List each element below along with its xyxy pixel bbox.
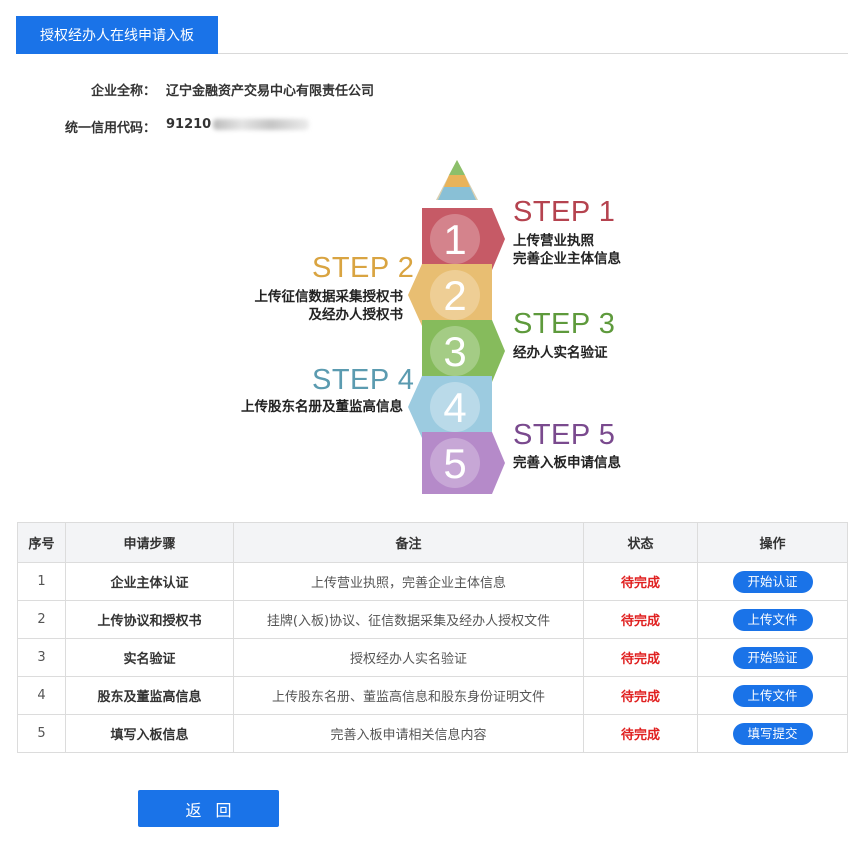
tab-authorized-agent-application[interactable]: 授权经办人在线申请入板 xyxy=(16,16,218,54)
credit-code-row: 统一信用代码： 91210 xyxy=(20,117,310,136)
step5-desc: 完善入板申请信息 xyxy=(513,455,621,471)
step4-title: STEP 4 xyxy=(312,364,415,396)
row-step: 上传协议和授权书 xyxy=(65,600,234,639)
step3-number: 3 xyxy=(443,328,466,375)
step5-number: 5 xyxy=(443,440,466,487)
table-row: 3 实名验证 授权经办人实名验证 待完成 开始验证 xyxy=(17,638,848,677)
steps-infographic: 1 2 3 4 5 STEP 1 上传营业执照 完善企业主体信息 STEP 2 … xyxy=(0,150,867,500)
upload-shareholder-button[interactable]: 上传文件 xyxy=(732,684,813,707)
tab-bar: 授权经办人在线申请入板 xyxy=(16,16,848,54)
row-no: 1 xyxy=(17,562,66,601)
application-steps-table: 序号 申请步骤 备注 状态 操作 1 企业主体认证 上传营业执照，完善企业主体信… xyxy=(17,522,848,753)
row-no: 3 xyxy=(17,638,66,677)
table-row: 1 企业主体认证 上传营业执照，完善企业主体信息 待完成 开始认证 xyxy=(17,562,848,601)
table-row: 4 股东及董监高信息 上传股东名册、董监高信息和股东身份证明文件 待完成 上传文… xyxy=(17,676,848,715)
row-status: 待完成 xyxy=(583,676,698,715)
step3-desc: 经办人实名验证 xyxy=(513,345,608,361)
step5-title: STEP 5 xyxy=(513,419,616,451)
table-header-row: 序号 申请步骤 备注 状态 操作 xyxy=(17,522,848,563)
header-status: 状态 xyxy=(583,522,698,563)
row-note: 完善入板申请相关信息内容 xyxy=(233,714,584,753)
step1-title: STEP 1 xyxy=(513,196,616,228)
start-certification-button[interactable]: 开始认证 xyxy=(732,570,813,593)
row-status: 待完成 xyxy=(583,638,698,677)
company-name-label: 企业全称： xyxy=(90,84,156,99)
row-note: 挂牌(入板)协议、征信数据采集及经办人授权文件 xyxy=(233,600,584,639)
step4-desc: 上传股东名册及董监高信息 xyxy=(241,399,403,415)
back-button[interactable]: 返回 xyxy=(138,790,279,827)
fill-submit-button[interactable]: 填写提交 xyxy=(732,722,813,745)
header-action: 操作 xyxy=(697,522,848,563)
redacted-blur xyxy=(213,119,310,130)
start-verification-button[interactable]: 开始验证 xyxy=(732,646,813,669)
step1-desc: 上传营业执照 完善企业主体信息 xyxy=(513,233,621,267)
row-step: 实名验证 xyxy=(65,638,234,677)
upload-agreement-button[interactable]: 上传文件 xyxy=(732,608,813,631)
row-no: 2 xyxy=(17,600,66,639)
credit-code-value: 91210 xyxy=(166,117,212,132)
row-status: 待完成 xyxy=(583,714,698,753)
header-no: 序号 xyxy=(17,522,66,563)
table-row: 2 上传协议和授权书 挂牌(入板)协议、征信数据采集及经办人授权文件 待完成 上… xyxy=(17,600,848,639)
row-note: 授权经办人实名验证 xyxy=(233,638,584,677)
row-status: 待完成 xyxy=(583,562,698,601)
header-step: 申请步骤 xyxy=(65,522,234,563)
table-row: 5 填写入板信息 完善入板申请相关信息内容 待完成 填写提交 xyxy=(17,714,848,753)
credit-code-label: 统一信用代码： xyxy=(64,121,156,136)
row-no: 5 xyxy=(17,714,66,753)
row-step: 股东及董监高信息 xyxy=(65,676,234,715)
header-note: 备注 xyxy=(233,522,584,563)
steps-graphic: 1 2 3 4 5 xyxy=(408,160,505,494)
step2-number: 2 xyxy=(443,272,466,319)
company-name-value: 辽宁金融资产交易中心有限责任公司 xyxy=(166,84,375,99)
row-note: 上传营业执照，完善企业主体信息 xyxy=(233,562,584,601)
company-name-row: 企业全称： 辽宁金融资产交易中心有限责任公司 xyxy=(20,80,374,99)
step1-number: 1 xyxy=(443,216,466,263)
row-no: 4 xyxy=(17,676,66,715)
step2-desc: 上传征信数据采集授权书 及经办人授权书 xyxy=(254,289,404,323)
row-status: 待完成 xyxy=(583,600,698,639)
step3-title: STEP 3 xyxy=(513,308,616,340)
row-step: 企业主体认证 xyxy=(65,562,234,601)
step2-title: STEP 2 xyxy=(312,252,415,284)
step4-number: 4 xyxy=(443,384,466,431)
row-step: 填写入板信息 xyxy=(65,714,234,753)
row-note: 上传股东名册、董监高信息和股东身份证明文件 xyxy=(233,676,584,715)
